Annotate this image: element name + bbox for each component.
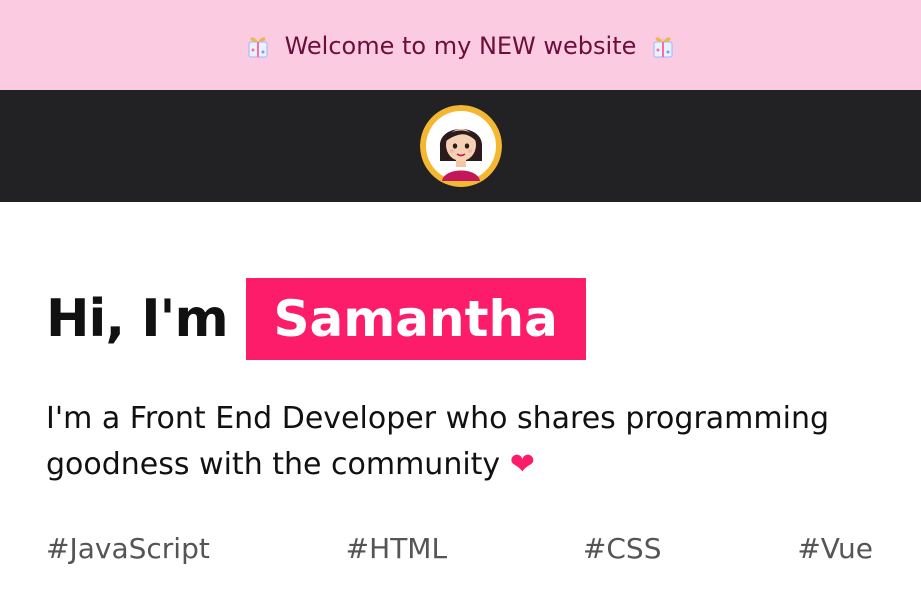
banner-text: Welcome to my NEW website xyxy=(284,32,637,60)
name-highlight: Samantha xyxy=(245,278,586,360)
tag-vue[interactable]: #Vue xyxy=(797,532,873,565)
top-navbar xyxy=(0,90,921,202)
name-text: Samantha xyxy=(273,290,558,348)
gift-icon xyxy=(248,37,268,58)
hero-greeting: Hi, I'm Samantha xyxy=(46,278,586,360)
heart-icon: ❤ xyxy=(509,447,535,482)
intro-text: I'm a Front End Developer who shares pro… xyxy=(46,401,830,482)
tag-javascript[interactable]: #JavaScript xyxy=(46,532,210,565)
avatar-icon[interactable] xyxy=(419,105,502,187)
greeting-text: Hi, I'm xyxy=(46,289,229,349)
welcome-banner: Welcome to my NEW website xyxy=(0,0,921,90)
gift-icon xyxy=(653,37,673,58)
tag-html[interactable]: #HTML xyxy=(346,532,447,565)
tag-css[interactable]: #CSS xyxy=(583,532,662,565)
intro-paragraph: I'm a Front End Developer who shares pro… xyxy=(46,396,886,488)
tag-list: #JavaScript #HTML #CSS #Vue xyxy=(46,532,873,565)
